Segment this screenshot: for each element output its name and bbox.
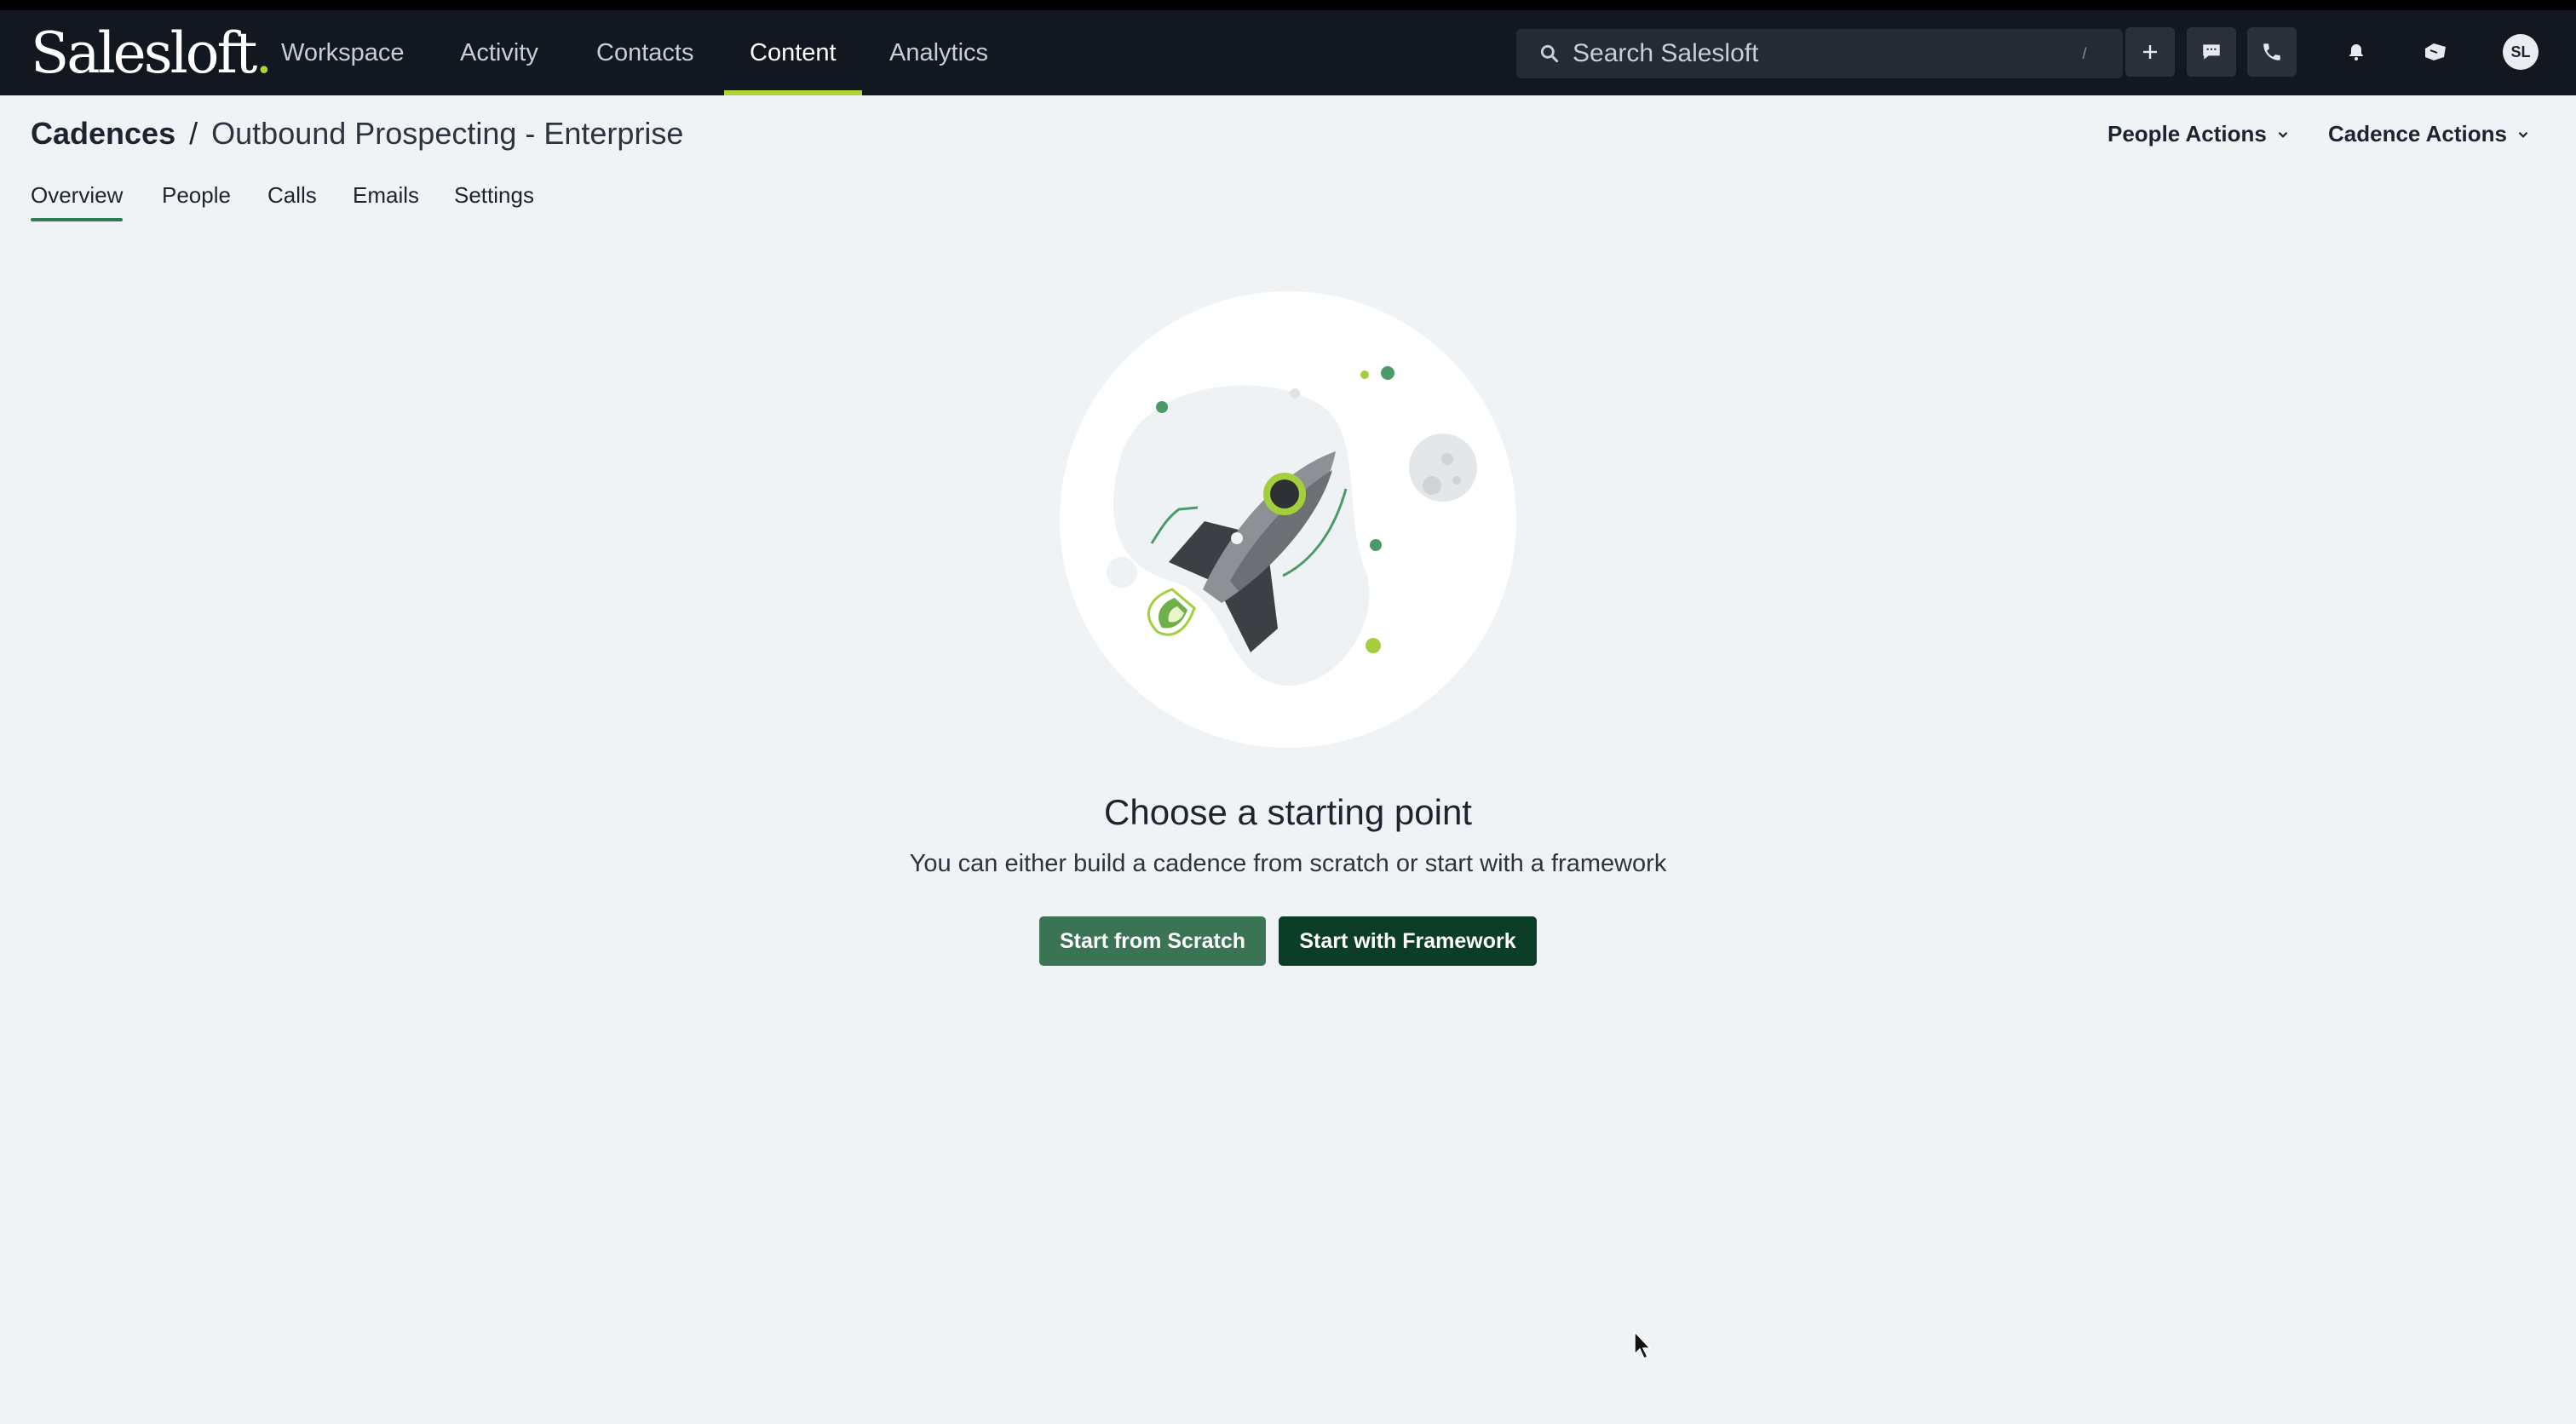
tab-settings[interactable]: Settings (454, 182, 534, 221)
page-title: Outbound Prospecting - Enterprise (211, 116, 684, 151)
avatar[interactable]: SL (2503, 34, 2539, 70)
breadcrumb-root[interactable]: Cadences (31, 116, 175, 151)
empty-state-headline: Choose a starting point (1104, 792, 1472, 832)
tab-calls[interactable]: Calls (267, 182, 317, 221)
people-actions-label: People Actions (2107, 121, 2267, 146)
start-with-framework-button[interactable]: Start with Framework (1279, 916, 1537, 966)
empty-state-description: You can either build a cadence from scra… (909, 850, 1667, 877)
nav-item-content[interactable]: Content (724, 10, 862, 95)
mouse-cursor-icon (1633, 1330, 1653, 1365)
cadence-actions-label: Cadence Actions (2328, 121, 2507, 146)
search-icon (1538, 43, 1561, 65)
tasks-icon[interactable] (2411, 27, 2460, 77)
chat-icon[interactable] (2187, 27, 2236, 77)
chevron-down-icon (2275, 127, 2291, 142)
breadcrumb: Cadences / Outbound Prospecting - Enterp… (31, 116, 683, 152)
salesloft-logo[interactable]: Salesloft. (31, 26, 273, 82)
people-actions-dropdown[interactable]: People Actions (2107, 121, 2291, 147)
nav-item-activity[interactable]: Activity (434, 10, 564, 95)
tab-emails[interactable]: Emails (353, 182, 419, 221)
plus-icon[interactable] (2125, 27, 2175, 77)
nav-item-contacts[interactable]: Contacts (571, 10, 719, 95)
phone-icon[interactable] (2247, 27, 2297, 77)
rocket-illustration (1060, 291, 1516, 748)
window-top-strip (0, 0, 2576, 10)
search-shortcut-hint: / (2082, 45, 2087, 62)
chevron-down-icon (2516, 127, 2531, 142)
breadcrumb-separator: / (189, 116, 198, 151)
nav-item-analytics[interactable]: Analytics (864, 10, 1014, 95)
search-input[interactable]: Search Salesloft / (1516, 29, 2123, 78)
tab-overview[interactable]: Overview (31, 182, 124, 221)
cadence-actions-dropdown[interactable]: Cadence Actions (2328, 121, 2531, 147)
tab-people[interactable]: People (162, 182, 231, 221)
search-placeholder: Search Salesloft (1573, 39, 1759, 67)
bell-icon[interactable] (2332, 27, 2381, 77)
nav-item-workspace[interactable]: Workspace (256, 10, 430, 95)
start-from-scratch-button[interactable]: Start from Scratch (1039, 916, 1266, 966)
